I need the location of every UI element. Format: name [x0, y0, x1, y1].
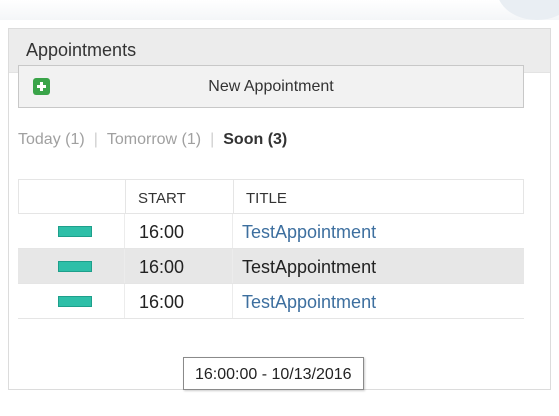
new-appointment-label: New Appointment: [208, 78, 334, 95]
tab-separator: |: [210, 131, 215, 148]
start-cell: 16:00: [124, 214, 232, 248]
tab-today[interactable]: Today (1): [18, 131, 85, 148]
start-cell: 16:00: [124, 249, 232, 283]
appointments-table: START TITLE 16:00 TestAppointment 16:00: [18, 179, 524, 319]
tab-tomorrow[interactable]: Tomorrow (1): [107, 131, 201, 148]
table-row[interactable]: 16:00 TestAppointment: [18, 249, 524, 284]
start-time: 16:00: [139, 257, 185, 277]
table-row[interactable]: 16:00 TestAppointment: [18, 214, 524, 249]
start-time: 16:00: [139, 292, 185, 312]
filter-tabs: Today (1) | Tomorrow (1) | Soon (3): [18, 131, 287, 149]
tab-separator: |: [93, 131, 98, 148]
calendar-color-swatch: [58, 226, 92, 237]
appointment-title-link[interactable]: TestAppointment: [242, 257, 376, 278]
title-cell: TestAppointment: [232, 284, 524, 318]
start-cell: 16:00: [124, 284, 232, 318]
calendar-color-cell: [18, 284, 124, 318]
column-header-title: TITLE: [233, 180, 525, 213]
new-appointment-button[interactable]: New Appointment: [18, 65, 524, 108]
widget-title: Appointments: [26, 40, 137, 60]
column-header-title-label: TITLE: [246, 190, 287, 207]
calendar-color-swatch: [58, 261, 92, 272]
tab-soon[interactable]: Soon (3): [223, 131, 287, 148]
calendar-color-cell: [18, 214, 124, 248]
appointments-widget: Appointments New Appointment Today (1) | T…: [8, 28, 551, 390]
start-time: 16:00: [139, 222, 185, 242]
table-row[interactable]: 16:00 TestAppointment: [18, 284, 524, 319]
appointment-title-link[interactable]: TestAppointment: [242, 292, 376, 313]
appointment-title-link[interactable]: TestAppointment: [242, 222, 376, 243]
header-decoration: [489, 0, 559, 20]
column-header-start-label: START: [138, 190, 186, 207]
page-top-strip: [0, 0, 559, 20]
calendar-color-swatch: [58, 296, 92, 307]
table-header-row: START TITLE: [18, 179, 524, 214]
title-cell: TestAppointment: [232, 214, 524, 248]
column-header-color: [19, 180, 125, 213]
calendar-color-cell: [18, 249, 124, 283]
title-cell: TestAppointment: [232, 249, 524, 283]
time-tooltip: 16:00:00 - 10/13/2016: [183, 357, 364, 390]
column-header-start: START: [125, 180, 233, 213]
